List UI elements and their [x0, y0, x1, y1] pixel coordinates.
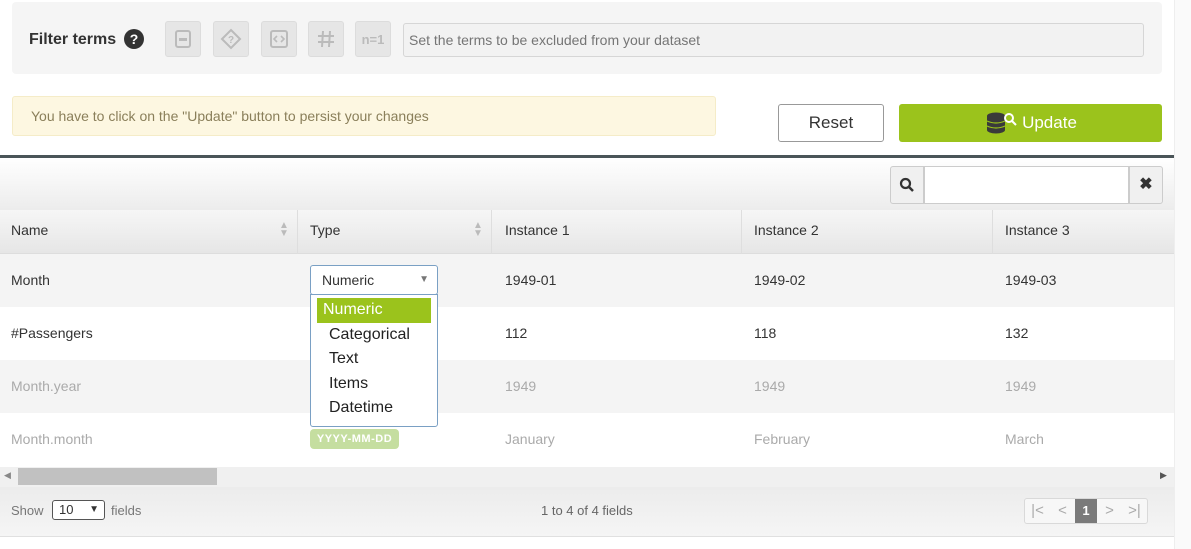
instance-value: 1949-02 [754, 272, 806, 288]
table-row: Month.month January February March [0, 413, 1174, 466]
question-diamond-icon: ? [220, 28, 242, 50]
next-page-icon[interactable]: > [1097, 499, 1122, 523]
type-select[interactable]: Numeric ▼ [310, 265, 438, 295]
table-row: Month 1949-01 1949-02 1949-03 [0, 254, 1174, 307]
filter-missing-button[interactable] [165, 21, 201, 57]
sort-icon[interactable]: ▲ ▼ [473, 221, 483, 239]
filter-terms-input[interactable] [403, 23, 1144, 57]
current-page[interactable]: 1 [1075, 499, 1097, 523]
type-select-value: Numeric [322, 272, 375, 288]
column-header-instance-1: Instance 1 [494, 210, 742, 254]
prev-page-icon[interactable]: < [1050, 499, 1075, 523]
page-size-select[interactable]: 10 ▼ [52, 500, 105, 520]
type-dropdown-menu: Numeric Categorical Text Items Datetime [310, 294, 438, 427]
pagination: |< < 1 > >| [1024, 498, 1148, 524]
table-row: #Passengers 112 118 132 [0, 307, 1174, 360]
type-option-items[interactable]: Items [317, 372, 431, 397]
column-header-type[interactable]: Type ▲ ▼ [299, 210, 492, 254]
instance-value: 1949 [1005, 378, 1037, 394]
sort-icon[interactable]: ▲ ▼ [279, 221, 289, 239]
instance-value: 132 [1005, 325, 1029, 341]
filter-code-button[interactable] [261, 21, 297, 57]
filter-hash-button[interactable] [308, 21, 344, 57]
update-notice: You have to click on the "Update" button… [12, 96, 716, 136]
help-icon[interactable]: ? [124, 29, 144, 49]
chevron-down-icon: ▼ [419, 274, 429, 285]
search-icon [899, 177, 914, 192]
svg-text:?: ? [228, 35, 234, 46]
table-row: Month.year 1949 1949 1949 [0, 360, 1174, 413]
first-page-icon[interactable]: |< [1025, 499, 1050, 523]
scroll-right-icon[interactable]: ▶ [1160, 470, 1167, 481]
code-icon [270, 30, 288, 48]
filter-question-button[interactable]: ? [213, 21, 249, 57]
page-scrollbar[interactable] [1174, 0, 1191, 549]
page-size-value: 10 [59, 502, 74, 517]
column-header-instance-3: Instance 3 [1005, 222, 1070, 238]
count-icon-label: n=1 [361, 31, 385, 47]
type-option-numeric[interactable]: Numeric [317, 298, 431, 323]
search-button[interactable] [890, 166, 924, 204]
type-option-datetime[interactable]: Datetime [317, 396, 431, 421]
database-icon [986, 112, 1017, 134]
filter-terms-label: Filter terms [29, 31, 117, 48]
update-button-label: Update [1022, 113, 1077, 132]
table-search-input[interactable] [924, 166, 1129, 204]
instance-value: January [505, 431, 555, 447]
filter-count-button[interactable]: n=1 [355, 21, 391, 57]
instance-value: 1949 [505, 378, 537, 394]
clear-search-button[interactable]: ✖ [1129, 166, 1163, 204]
last-page-icon[interactable]: >| [1122, 499, 1147, 523]
date-format-badge: YYYY-MM-DD [310, 429, 399, 449]
instance-value: March [1005, 431, 1044, 447]
instance-value: 112 [505, 325, 528, 341]
type-option-categorical[interactable]: Categorical [317, 323, 431, 348]
scrollbar-thumb[interactable] [18, 468, 217, 485]
instance-value: 1949 [754, 378, 786, 394]
field-name: Month.month [11, 431, 93, 447]
column-header-label: Name [11, 222, 49, 238]
scroll-left-icon[interactable]: ◀ [4, 470, 11, 481]
column-header-name[interactable]: Name ▲ ▼ [0, 210, 298, 254]
missing-values-icon [175, 30, 191, 48]
column-header-instance-2: Instance 2 [743, 210, 993, 254]
table-header: Name ▲ ▼ Type ▲ ▼ Instance 1 Instance 2 In… [0, 210, 1174, 254]
instance-value: February [754, 431, 811, 447]
field-name: #Passengers [11, 325, 93, 341]
chevron-down-icon: ▼ [89, 504, 99, 515]
fields-label: fields [111, 503, 142, 518]
update-button[interactable]: Update [899, 104, 1162, 142]
record-count: 1 to 4 of 4 fields [541, 503, 633, 518]
horizontal-scrollbar[interactable]: ◀ ▶ [0, 467, 1174, 487]
type-option-text[interactable]: Text [317, 347, 431, 372]
show-label: Show [11, 503, 44, 518]
hash-icon [318, 30, 334, 48]
instance-value: 1949-01 [505, 272, 557, 288]
instance-value: 118 [754, 325, 777, 341]
instance-value: 1949-03 [1005, 272, 1057, 288]
field-name: Month.year [11, 378, 82, 394]
reset-button[interactable]: Reset [778, 104, 884, 142]
field-name: Month [11, 272, 50, 288]
column-header-label: Type [310, 222, 341, 238]
